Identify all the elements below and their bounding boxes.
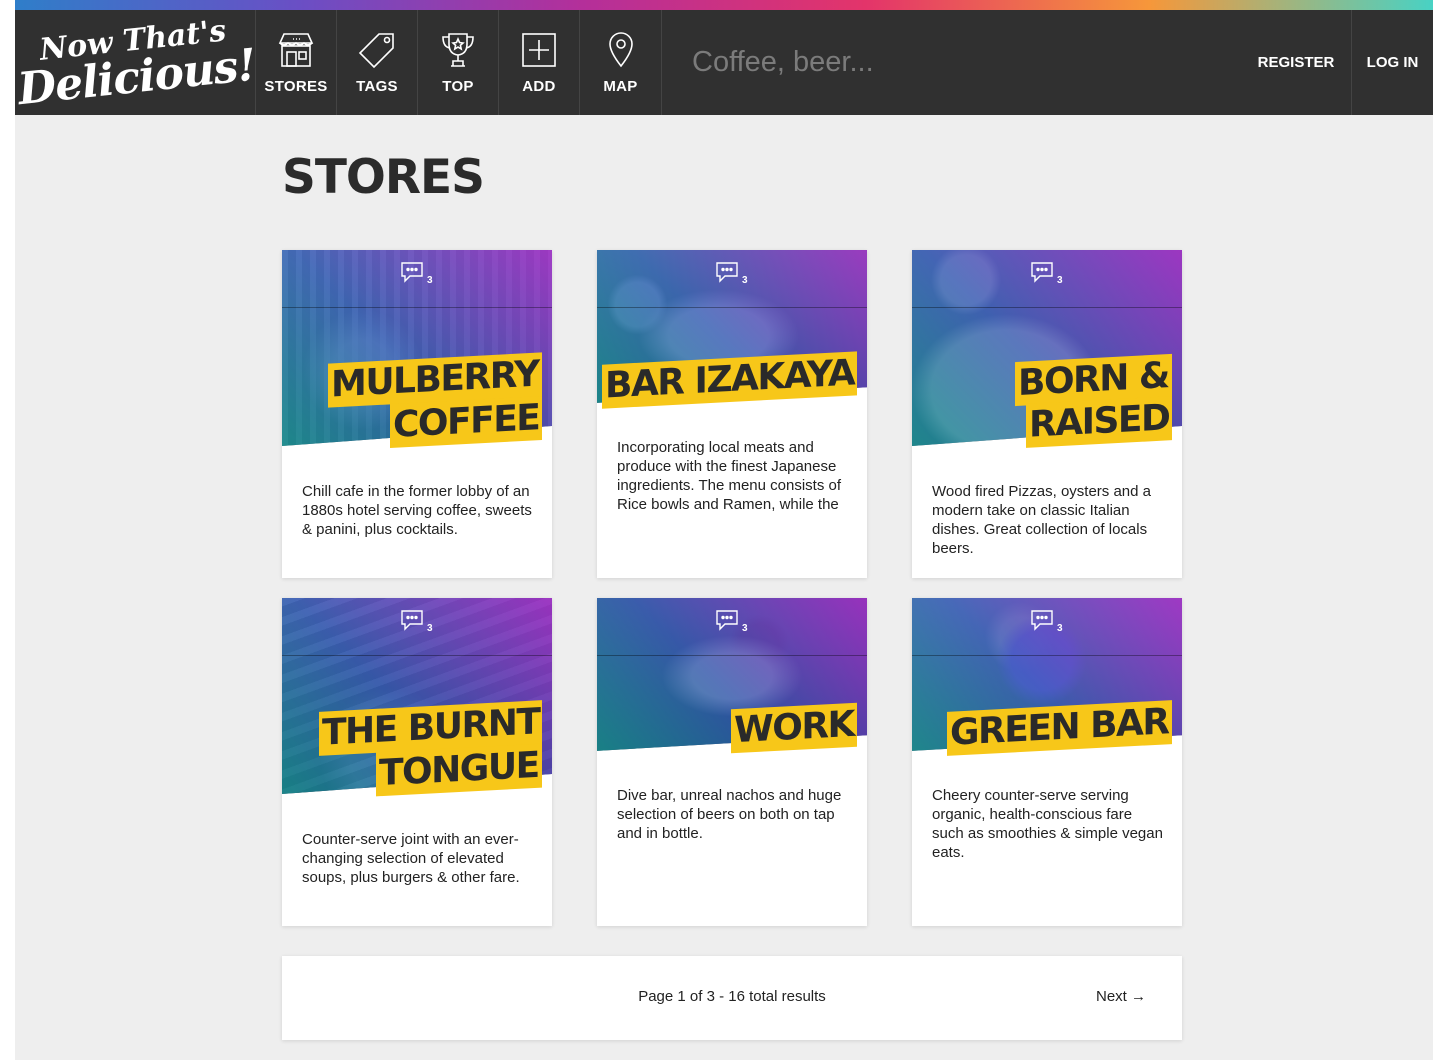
comments-indicator[interactable]: 3 (1030, 261, 1070, 287)
hero-divider (282, 307, 552, 308)
store-name-line: MULBERRY (328, 352, 542, 408)
store-name[interactable]: WORK (731, 702, 857, 754)
hero-divider (282, 655, 552, 656)
hero-divider (597, 307, 867, 308)
nav-label: STORES (264, 78, 328, 95)
nav-add[interactable]: ADD (499, 10, 580, 115)
top-nav: Now That's Delicious! STORES TAGS TOP AD… (15, 10, 1433, 115)
comment-count: 3 (1057, 275, 1063, 286)
comment-icon (401, 610, 423, 631)
comment-icon (401, 262, 423, 283)
nav-label: MAP (603, 78, 638, 95)
nav-map[interactable]: MAP (580, 10, 662, 115)
store-name-line: COFFEE (328, 396, 542, 448)
comment-icon (1031, 262, 1053, 283)
store-name-line: BORN & (1015, 353, 1172, 407)
store-name[interactable]: BAR IZAKAYA (601, 351, 857, 409)
nav-top[interactable]: TOP (418, 10, 499, 115)
store-name[interactable]: MULBERRY COFFEE (328, 352, 542, 448)
add-icon (522, 33, 556, 67)
hero-divider (912, 307, 1182, 308)
store-card[interactable]: 3 MULBERRY COFFEE Chill cafe in the form… (282, 250, 552, 578)
next-page-link[interactable]: Next → (1096, 988, 1146, 1005)
store-card[interactable]: 3 BORN & RAISED Wood fired Pizzas, oyste… (912, 250, 1182, 578)
nav-label: TAGS (356, 78, 398, 95)
page-title: STORES (282, 150, 485, 205)
trophy-icon (442, 33, 474, 67)
store-description: Incorporating local meats and produce wi… (617, 439, 842, 513)
map-pin-icon (608, 32, 633, 68)
comment-count: 3 (1057, 623, 1063, 634)
nav-stores[interactable]: STORES (256, 10, 337, 115)
store-name[interactable]: THE BURNT TONGUE (318, 700, 542, 797)
store-name-line: TONGUE (319, 743, 542, 797)
nav-label: TOP (442, 78, 474, 95)
store-description: Chill cafe in the former lobby of an 188… (302, 483, 532, 538)
store-description: Cheery counter-serve serving organic, he… (932, 787, 1163, 861)
rainbow-bar (15, 0, 1433, 10)
hero-divider (597, 655, 867, 656)
store-card[interactable]: 3 GREEN BAR Cheery counter-serve serving… (912, 598, 1182, 926)
comment-count: 3 (427, 623, 433, 634)
comments-indicator[interactable]: 3 (715, 609, 755, 635)
store-name-text: RAISED (1025, 396, 1172, 448)
store-card[interactable]: 3 BAR IZAKAYA Incorporating local meats … (597, 250, 867, 578)
pagination-info: Page 1 of 3 - 16 total results (638, 988, 826, 1005)
store-name-text: COFFEE (389, 396, 542, 448)
register-link[interactable]: REGISTER (1241, 10, 1352, 115)
hero-divider (912, 655, 1182, 656)
comment-icon (716, 610, 738, 631)
logo[interactable]: Now That's Delicious! (13, 10, 258, 115)
login-link[interactable]: LOG IN (1352, 10, 1433, 115)
comments-indicator[interactable]: 3 (400, 261, 440, 287)
store-name-line: BAR IZAKAYA (601, 351, 857, 409)
page: Now That's Delicious! STORES TAGS TOP AD… (15, 0, 1433, 1060)
nav-tags[interactable]: TAGS (337, 10, 418, 115)
store-name-text: TONGUE (376, 743, 542, 797)
store-name[interactable]: GREEN BAR (947, 700, 1172, 756)
store-name[interactable]: BORN & RAISED (1015, 353, 1172, 448)
store-name-line: THE BURNT (318, 700, 542, 756)
store-name-line: WORK (731, 702, 857, 754)
store-name-text: WORK (731, 702, 857, 754)
comment-icon (1031, 610, 1053, 631)
pagination: Page 1 of 3 - 16 total results Next → (282, 956, 1182, 1040)
logo-text: Now That's Delicious! (13, 13, 258, 115)
search-input[interactable] (692, 40, 1192, 84)
comments-indicator[interactable]: 3 (715, 261, 755, 287)
store-card[interactable]: 3 THE BURNT TONGUE Counter-serve joint w… (282, 598, 552, 926)
nav-label: ADD (522, 78, 556, 95)
comment-icon (716, 262, 738, 283)
store-name-line: RAISED (1015, 396, 1172, 448)
store-description: Dive bar, unreal nachos and huge selecti… (617, 787, 842, 842)
comments-indicator[interactable]: 3 (1030, 609, 1070, 635)
store-icon (278, 33, 314, 67)
comment-count: 3 (427, 275, 433, 286)
comments-indicator[interactable]: 3 (400, 609, 440, 635)
comment-count: 3 (742, 623, 748, 634)
store-description: Counter-serve joint with an ever-changin… (302, 831, 520, 886)
store-name-line: GREEN BAR (947, 700, 1172, 756)
store-name-text: BAR IZAKAYA (601, 351, 857, 409)
store-name-text: GREEN BAR (947, 700, 1172, 756)
comment-count: 3 (742, 275, 748, 286)
store-card[interactable]: 3 WORK Dive bar, unreal nachos and huge … (597, 598, 867, 926)
store-description: Wood fired Pizzas, oysters and a modern … (932, 483, 1151, 557)
tag-icon (358, 33, 394, 69)
